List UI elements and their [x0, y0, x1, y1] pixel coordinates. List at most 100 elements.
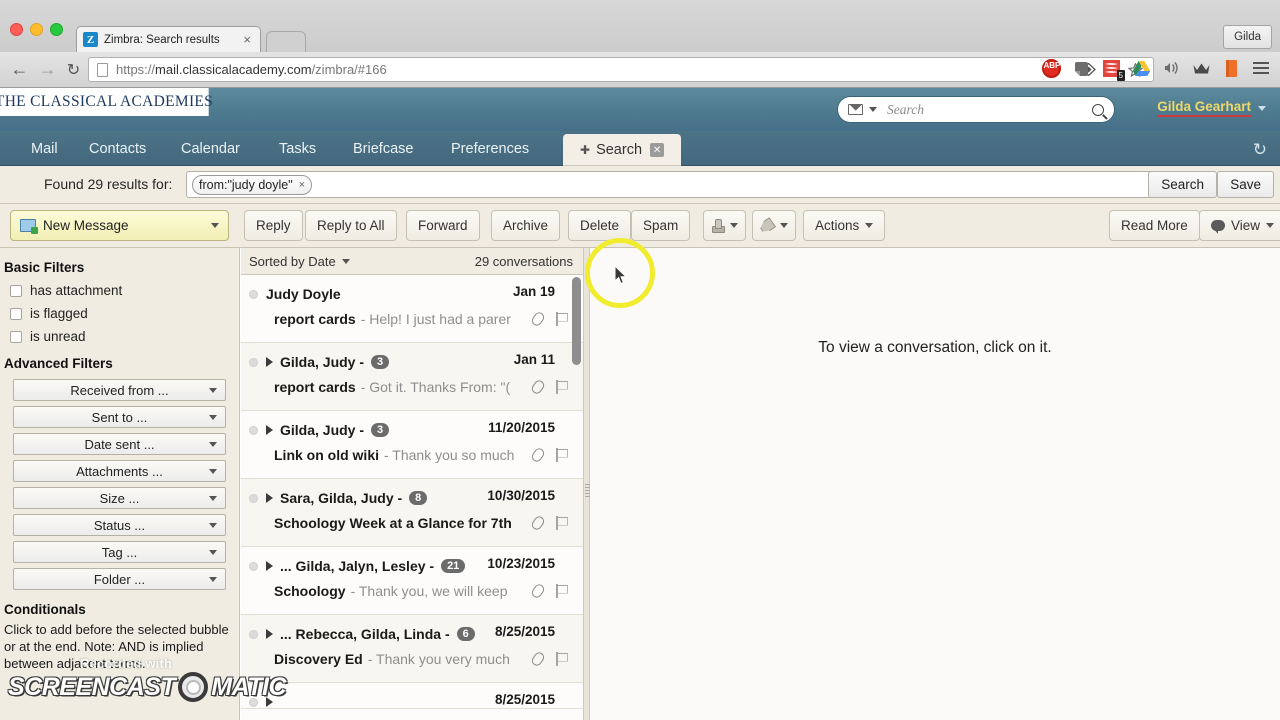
table-row[interactable]: 8/25/2015: [241, 683, 585, 709]
delete-button[interactable]: Delete: [568, 210, 632, 241]
read-status-icon[interactable]: [249, 289, 258, 299]
address-bar[interactable]: https://mail.classicalacademy.com/zimbra…: [88, 57, 1154, 82]
table-row[interactable]: Gilda, Judy - 3 Jan 11 report cards - Go…: [241, 343, 585, 411]
filter-sent-to[interactable]: Sent to ...: [13, 406, 226, 428]
flag-icon[interactable]: [556, 380, 568, 394]
maximize-window-button[interactable]: [50, 23, 63, 36]
google-drive-icon[interactable]: [1130, 57, 1152, 79]
tab-briefcase[interactable]: Briefcase: [336, 131, 430, 166]
archive-button[interactable]: Archive: [491, 210, 561, 241]
global-search-box[interactable]: Search: [837, 96, 1115, 123]
new-message-button[interactable]: New Message: [10, 210, 229, 241]
forward-icon[interactable]: →: [36, 58, 59, 81]
chevron-down-icon[interactable]: [1266, 223, 1275, 228]
query-bubble[interactable]: from:"judy doyle" ×: [192, 174, 313, 195]
expand-icon[interactable]: [266, 493, 273, 503]
new-tab-button[interactable]: [266, 31, 306, 52]
read-status-icon[interactable]: [249, 629, 258, 639]
flag-icon[interactable]: [556, 312, 568, 326]
conversation-list[interactable]: Judy Doyle Jan 19 report cards - Help! I…: [241, 275, 585, 720]
expand-icon[interactable]: [266, 561, 273, 571]
expand-icon[interactable]: [266, 425, 273, 435]
pane-splitter[interactable]: [583, 248, 590, 720]
filter-folder[interactable]: Folder ...: [13, 568, 226, 590]
table-row[interactable]: ... Gilda, Jalyn, Lesley - 21 10/23/2015…: [241, 547, 585, 615]
read-status-icon[interactable]: [249, 425, 258, 435]
page-info-icon[interactable]: [97, 62, 108, 77]
forward-button[interactable]: Forward: [406, 210, 480, 241]
filter-attachments[interactable]: Attachments ...: [13, 460, 226, 482]
chevron-down-icon[interactable]: [209, 576, 217, 582]
conversation-list-scrollbar[interactable]: [572, 277, 581, 717]
sound-icon[interactable]: [1160, 57, 1182, 79]
view-button[interactable]: View: [1199, 210, 1280, 241]
tab-tasks[interactable]: Tasks: [262, 131, 333, 166]
reply-button[interactable]: Reply: [244, 210, 303, 241]
query-bubble-field[interactable]: from:"judy doyle" ×: [186, 171, 1157, 198]
remove-bubble-icon[interactable]: ×: [299, 179, 305, 191]
chevron-down-icon[interactable]: [209, 522, 217, 528]
close-icon[interactable]: ✕: [650, 143, 665, 157]
filter-has-attachment[interactable]: has attachment: [10, 283, 239, 298]
checkbox[interactable]: [10, 307, 22, 320]
tab-search[interactable]: ✚ Search ✕: [563, 134, 682, 166]
filter-is-flagged[interactable]: is flagged: [10, 306, 239, 321]
window-traffic-lights[interactable]: [10, 23, 63, 36]
print-button[interactable]: [703, 210, 746, 241]
scrollbar-thumb[interactable]: [572, 277, 581, 365]
read-status-icon[interactable]: [249, 493, 258, 503]
expand-icon[interactable]: [266, 629, 273, 639]
filter-received-from[interactable]: Received from ...: [13, 379, 226, 401]
filter-tag[interactable]: Tag ...: [13, 541, 226, 563]
tab-preferences[interactable]: Preferences: [434, 131, 546, 166]
chevron-down-icon[interactable]: [211, 223, 219, 228]
close-window-button[interactable]: [10, 23, 23, 36]
table-row[interactable]: Gilda, Judy - 3 11/20/2015 Link on old w…: [241, 411, 585, 479]
reply-all-button[interactable]: Reply to All: [305, 210, 397, 241]
search-button[interactable]: Search: [1148, 171, 1217, 198]
actions-button[interactable]: Actions: [803, 210, 886, 241]
expand-icon[interactable]: [266, 357, 273, 367]
tab-calendar[interactable]: Calendar: [164, 131, 257, 166]
sort-control[interactable]: Sorted by Date: [249, 254, 350, 269]
filter-date-sent[interactable]: Date sent ...: [13, 433, 226, 455]
reload-icon[interactable]: ↻: [62, 58, 85, 81]
filter-status[interactable]: Status ...: [13, 514, 226, 536]
checkbox[interactable]: [10, 284, 22, 297]
read-status-icon[interactable]: [249, 561, 258, 571]
table-row[interactable]: ... Rebecca, Gilda, Linda - 6 8/25/2015 …: [241, 615, 585, 683]
crown-icon[interactable]: [1190, 57, 1212, 79]
minimize-window-button[interactable]: [30, 23, 43, 36]
refresh-icon[interactable]: ↻: [1253, 140, 1267, 160]
save-search-button[interactable]: Save: [1217, 171, 1274, 198]
chevron-down-icon[interactable]: [209, 468, 217, 474]
pocket-stack-icon[interactable]: 5: [1100, 57, 1125, 81]
chevron-down-icon[interactable]: [209, 414, 217, 420]
flag-icon[interactable]: [556, 584, 568, 598]
flag-icon[interactable]: [556, 516, 568, 530]
filter-size[interactable]: Size ...: [13, 487, 226, 509]
chevron-down-icon[interactable]: [1258, 105, 1266, 111]
tab-contacts[interactable]: Contacts: [72, 131, 163, 166]
chevron-down-icon[interactable]: [780, 223, 788, 228]
search-icon[interactable]: [1092, 103, 1104, 116]
checkbox[interactable]: [10, 330, 22, 343]
chrome-menu-icon[interactable]: [1250, 57, 1272, 79]
chevron-down-icon[interactable]: [209, 387, 217, 393]
tag-button[interactable]: [752, 210, 796, 241]
tab-mail[interactable]: Mail: [14, 131, 75, 166]
browser-profile-button[interactable]: Gilda: [1223, 25, 1272, 49]
flag-icon[interactable]: [556, 652, 568, 666]
read-more-button[interactable]: Read More: [1109, 210, 1200, 241]
table-row[interactable]: Sara, Gilda, Judy - 8 10/30/2015 Schoolo…: [241, 479, 585, 547]
chevron-down-icon[interactable]: [341, 258, 350, 264]
chevron-down-icon[interactable]: [209, 441, 217, 447]
user-menu[interactable]: Gilda Gearhart: [1157, 99, 1266, 117]
adblock-plus-icon[interactable]: ABP: [1040, 57, 1062, 79]
flag-icon[interactable]: [556, 448, 568, 462]
filter-is-unread[interactable]: is unread: [10, 329, 239, 344]
spam-button[interactable]: Spam: [631, 210, 691, 241]
evernote-icon[interactable]: [1070, 57, 1092, 79]
chevron-down-icon[interactable]: [869, 107, 877, 112]
orange-book-icon[interactable]: [1220, 57, 1242, 79]
